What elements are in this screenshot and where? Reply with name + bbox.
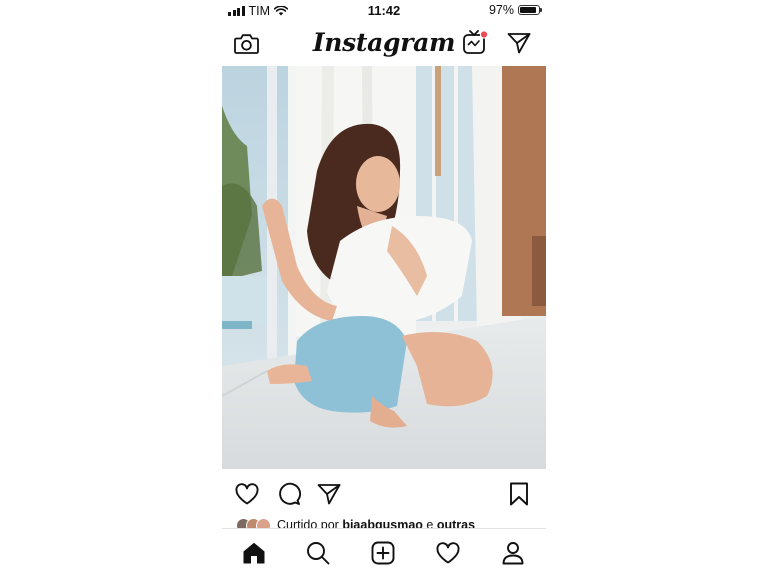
share-icon — [317, 484, 341, 505]
heart-icon — [235, 483, 259, 505]
bookmark-icon — [510, 482, 528, 506]
top-navigation-bar: Instagram — [222, 22, 546, 66]
battery-percent: 97% — [488, 3, 514, 17]
tab-new-post[interactable] — [369, 539, 397, 567]
share-button[interactable] — [315, 481, 343, 507]
search-icon — [307, 542, 330, 565]
bottom-tab-bar — [222, 528, 546, 575]
comment-icon — [279, 482, 301, 505]
home-icon — [243, 542, 265, 564]
igtv-button[interactable] — [461, 28, 489, 56]
tab-home[interactable] — [240, 539, 268, 567]
tab-search[interactable] — [304, 539, 332, 567]
direct-message-button[interactable] — [505, 30, 533, 56]
save-button[interactable] — [506, 480, 532, 508]
battery-icon — [518, 5, 542, 15]
post-image — [222, 66, 546, 469]
status-right: 97% — [488, 3, 542, 17]
igtv-icon — [463, 30, 489, 54]
status-bar: TIM 11:42 97% — [222, 0, 546, 22]
instagram-logo: Instagram — [312, 28, 456, 57]
tab-profile[interactable] — [499, 539, 527, 567]
new-post-icon — [371, 541, 395, 565]
direct-message-icon — [507, 33, 531, 54]
post-photo[interactable] — [222, 66, 546, 469]
tab-activity[interactable] — [434, 539, 462, 567]
activity-icon — [436, 542, 460, 564]
notification-dot — [479, 30, 489, 39]
phone-screen: TIM 11:42 97% Instagram Curtido por biaa… — [222, 0, 546, 575]
comment-button[interactable] — [275, 480, 303, 508]
like-button[interactable] — [233, 480, 261, 508]
profile-icon — [502, 542, 524, 565]
post-actions-bar — [222, 478, 546, 512]
